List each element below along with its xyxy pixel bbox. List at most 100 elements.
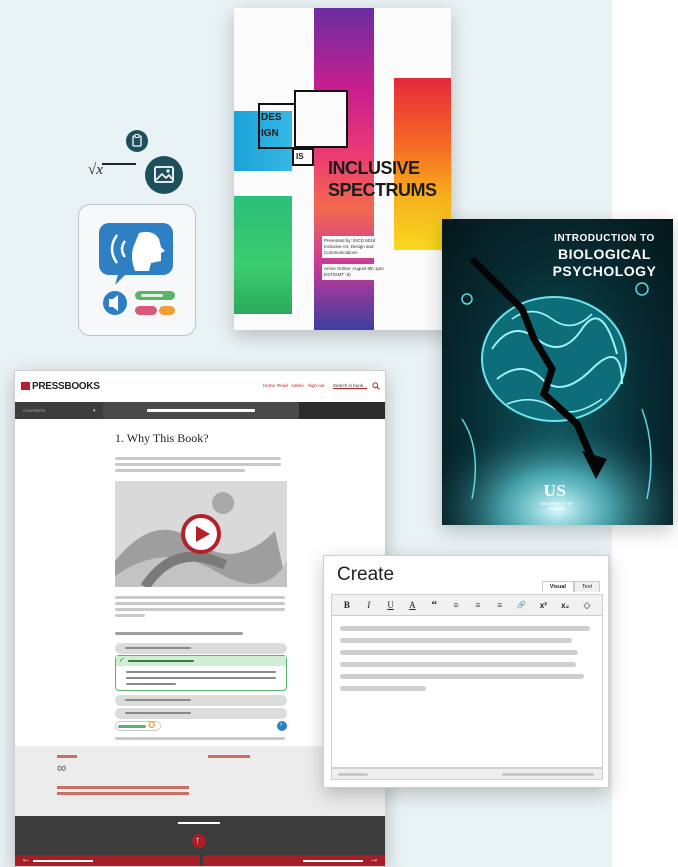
content-line [340,650,578,655]
content-line [340,674,584,679]
superscript-button[interactable]: x² [536,601,550,610]
math-overline [102,163,136,165]
play-icon [196,526,210,542]
play-button[interactable] [181,514,221,554]
progress-fill [118,725,146,728]
next-button[interactable]: › [277,721,287,731]
chapter-title-placeholder [147,409,255,412]
book2-title-line1: INTRODUCTION TO [554,233,655,244]
book1-date: Arrive Online: August 8th 1pm EST/GMT -5… [322,264,390,280]
footer-link[interactable] [57,792,189,795]
blockquote-button[interactable]: “ [427,599,441,611]
math-formula-icon: √x [88,162,103,178]
book2-title-line2: BIOLOGICAL [558,246,651,262]
next-label [303,860,363,862]
feedback-line [126,677,276,679]
text-line [115,463,281,466]
tab-text[interactable]: Text [573,581,600,592]
design-text-ign: IGN [261,128,279,139]
quiz-option[interactable] [115,695,287,706]
nav-admin[interactable]: Admin [291,383,304,388]
previous-chapter-button[interactable]: ← [15,854,200,866]
text-line [115,608,285,611]
link-button[interactable]: 🔗 [515,601,529,609]
back-to-top-button[interactable]: ↑ [192,834,206,848]
underline-button[interactable]: U [384,600,398,610]
design-box-2 [294,90,348,148]
toc-chevron-icon: ▾ [93,408,96,414]
toc-bar[interactable]: CONTENTS ▾ [15,402,385,419]
bold-button[interactable]: B [340,600,354,610]
book-cover-design-inclusive[interactable]: DES IGN IS INCLUSIVE SPECTRUMS Presented… [234,8,451,330]
text-line [115,469,245,472]
book-cover-biological-psychology[interactable]: INTRODUCTION TO BIOLOGICAL PSYCHOLOGY US… [442,219,673,525]
stripe-green [234,196,292,314]
option-text [125,699,191,701]
feedback-line [126,683,176,685]
pressbooks-logo-icon [21,382,30,390]
bottom-title-line [178,822,220,824]
video-player[interactable] [115,481,287,587]
next-chapter-button[interactable]: → [203,854,385,866]
italic-button[interactable]: I [362,600,376,610]
editor-content-area[interactable] [331,616,603,768]
content-line [340,626,590,631]
text-line [115,596,285,599]
status-word-count [502,773,594,776]
option-text [125,712,191,714]
nav-read[interactable]: Read [277,383,288,388]
clipboard-icon [126,130,148,152]
license-icon: ∞ [57,760,67,775]
option-text [125,647,191,649]
align-left-button[interactable]: ≡ [449,600,463,610]
subscript-button[interactable]: x₂ [558,601,572,610]
book1-presented: Presented by: INCD 6016 Inclusive Art, D… [322,236,390,258]
align-right-button[interactable]: ≡ [493,600,507,610]
search-icon[interactable] [372,382,380,390]
pressbooks-logo[interactable]: PRESSBOOKS [21,381,100,392]
design-box-1 [258,103,298,149]
nav-home[interactable]: Home [263,383,275,388]
design-text-is: IS [296,152,304,161]
chevron-right-icon: › [280,721,283,728]
text-line [115,614,145,617]
content-line [340,662,576,667]
university-logo: US [543,481,567,500]
arrow-left-icon: ← [21,854,31,865]
quiz-option[interactable] [115,708,287,719]
book1-title-line2: SPECTRUMS [328,180,437,200]
align-center-button[interactable]: ≡ [471,600,485,610]
tab-visual[interactable]: Visual [541,581,574,592]
star-icon: ✪ [148,720,156,730]
editor-tabs: Visual Text [541,581,600,592]
book1-title-line1: INCLUSIVE [328,158,420,178]
quiz-option[interactable] [115,643,287,654]
text-line [115,602,285,605]
code-button[interactable]: ◇ [580,600,594,611]
footer-link[interactable] [57,786,189,789]
nav-sign-out[interactable]: Sign out [308,383,325,388]
text-to-speech-icon [99,223,175,315]
text-to-speech-card[interactable] [78,204,196,336]
previous-label [33,860,93,862]
quiz-question [115,632,243,635]
option-text [128,660,194,662]
text-color-button[interactable]: A [405,600,419,610]
progress-pill: ✪ [115,720,161,731]
check-icon: ✓ [119,657,125,664]
editor-toolbar: B I U A “ ≡ ≡ ≡ 🔗 x² x₂ ◇ [331,594,603,616]
book2-title-line3: PSYCHOLOGY [552,263,657,279]
text-line [115,457,281,460]
search-input[interactable]: Search in book... [333,383,367,389]
pressbooks-brand-text: PRESSBOOKS [32,381,100,392]
arrow-up-icon: ↑ [195,835,200,846]
chapter-heading: 1. Why This Book? [115,431,209,445]
editor-title: Create [337,564,395,585]
toc-label: CONTENTS [23,408,45,413]
create-editor: Create Visual Text B I U A “ ≡ ≡ ≡ 🔗 x² … [323,555,609,788]
arrow-right-icon: → [369,854,379,865]
image-icon [145,156,183,194]
editor-status-bar [331,768,603,780]
university-name: UNIVERSITY OF SUSSEX [540,502,574,511]
quiz-option-selected[interactable]: ✓ [115,655,287,691]
